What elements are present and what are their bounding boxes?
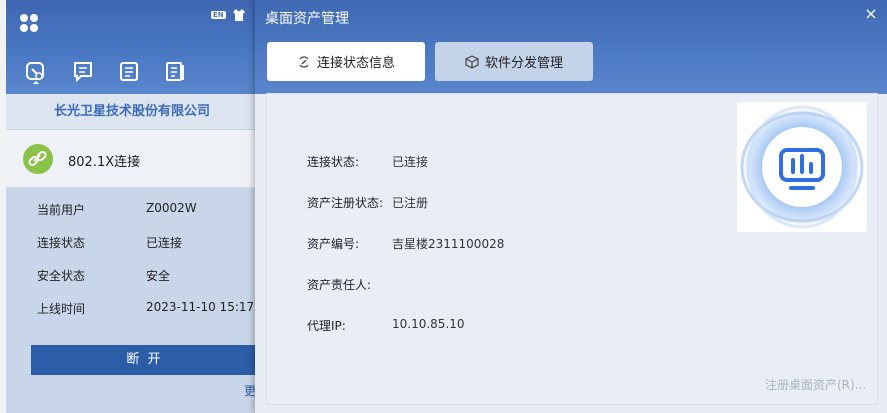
connection-panel: 802.1X连接 (6, 130, 258, 188)
connection-nav-icon[interactable] (24, 60, 48, 86)
app-logo-icon (20, 14, 38, 32)
report-nav-icon[interactable] (118, 60, 142, 86)
company-name: 长光卫星技术股份有限公司 (6, 94, 258, 130)
tab-software-distribution[interactable]: 软件分发管理 (435, 42, 593, 81)
row-label-user: 当前用户 (37, 203, 86, 217)
field-label-proxy-ip: 代理IP: (307, 319, 346, 333)
user-info-panel: 当前用户 Z0002W 连接状态 已连接 安全状态 安全 上线时间 2023-1… (6, 188, 258, 413)
connection-type: 802.1X连接 (68, 155, 141, 170)
dialog-title: 桌面资产管理 (265, 11, 349, 27)
register-asset-link[interactable]: 注册桌面资产(R)... (765, 376, 866, 393)
field-value-asset-number: 吉星楼2311100028 (392, 237, 505, 251)
dialog-header: 桌面资产管理 × 连接状态信息 软件分发管理 (255, 0, 887, 94)
connection-info-panel: 连接状态: 已连接 资产注册状态: 已注册 资产编号: 吉星楼231110002… (266, 93, 878, 405)
skin-icon[interactable] (232, 9, 246, 21)
row-label-status: 连接状态 (37, 236, 86, 250)
row-value-status: 已连接 (146, 236, 183, 250)
row-value-user: Z0002W (146, 201, 197, 215)
refresh-link-icon (299, 55, 309, 68)
asset-monitor-illustration (737, 102, 867, 232)
field-value-asset-registration: 已注册 (392, 196, 429, 210)
monitor-icon (740, 105, 864, 229)
field-value-connection-status: 已连接 (392, 155, 429, 169)
asset-management-dialog: 桌面资产管理 × 连接状态信息 软件分发管理 连接状态: 已连接 资产注册状态:… (255, 0, 887, 413)
row-label-online-time: 上线时间 (37, 302, 86, 316)
tab-software-label: 软件分发管理 (484, 56, 563, 71)
field-label-asset-registration: 资产注册状态: (307, 196, 384, 210)
field-label-asset-number: 资产编号: (307, 237, 360, 251)
client-header: EN (6, 0, 258, 94)
row-label-security: 安全状态 (37, 269, 86, 283)
package-icon (465, 54, 479, 69)
link-icon (23, 144, 53, 174)
message-nav-icon[interactable] (72, 60, 96, 86)
tab-connection-info[interactable]: 连接状态信息 (267, 42, 425, 81)
tab-connection-label: 连接状态信息 (316, 56, 395, 71)
close-icon[interactable]: × (861, 4, 881, 23)
field-label-asset-owner: 资产责任人: (307, 278, 372, 292)
language-badge[interactable]: EN (211, 11, 226, 19)
row-value-security: 安全 (146, 269, 171, 283)
field-label-connection-status: 连接状态: (307, 155, 360, 169)
row-value-online-time: 2023-11-10 15:17: (146, 300, 259, 314)
document-nav-icon[interactable] (164, 60, 188, 86)
disconnect-button[interactable]: 断 开 (31, 345, 258, 375)
field-value-proxy-ip: 10.10.85.10 (392, 317, 465, 331)
